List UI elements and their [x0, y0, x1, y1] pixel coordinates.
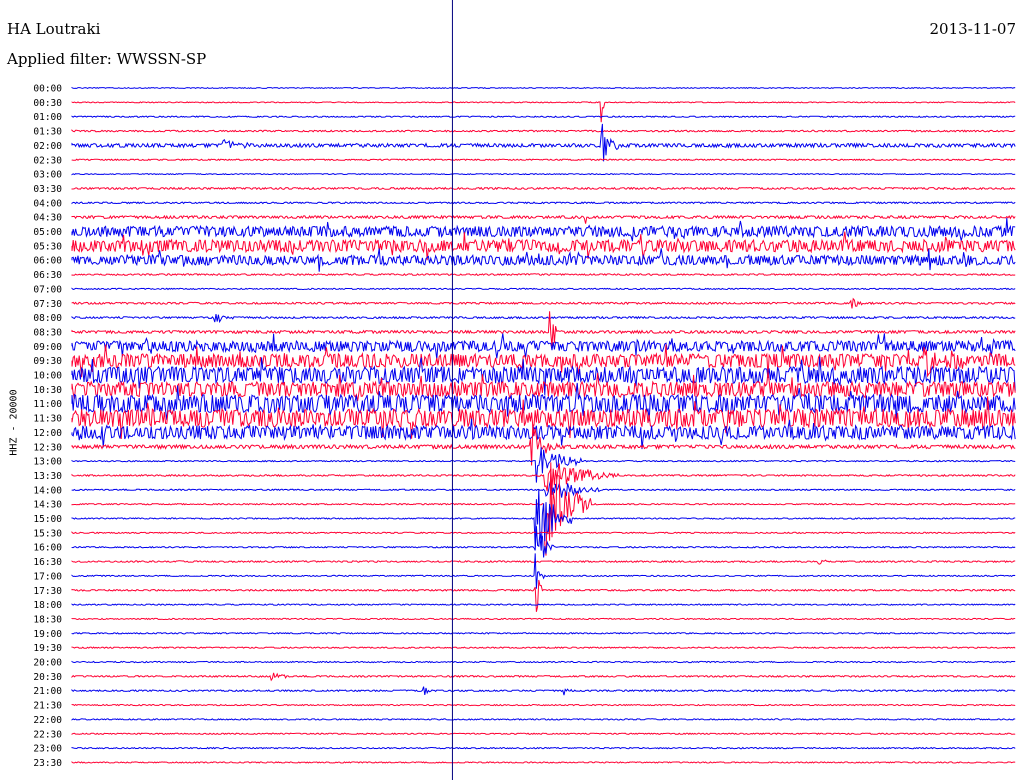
trace-0430 — [71, 214, 1016, 224]
time-label-0930: 09:30 — [33, 356, 62, 367]
time-label-1730: 17:30 — [33, 586, 62, 597]
time-label-2030: 20:30 — [33, 672, 62, 683]
trace-2230 — [71, 732, 1016, 735]
time-label-1630: 16:30 — [33, 557, 62, 568]
trace-2300 — [71, 746, 1016, 750]
time-label-1130: 11:30 — [33, 414, 62, 425]
time-label-2100: 21:00 — [33, 686, 62, 697]
time-label-0130: 01:30 — [33, 127, 62, 138]
time-label-0200: 02:00 — [33, 141, 62, 152]
time-label-2300: 23:00 — [33, 744, 62, 755]
trace-0700 — [71, 287, 1016, 291]
time-label-2130: 21:30 — [33, 701, 62, 712]
time-label-1300: 13:00 — [33, 457, 62, 468]
trace-0600 — [71, 248, 1016, 272]
time-label-1000: 10:00 — [33, 371, 62, 382]
time-label-1330: 13:30 — [33, 471, 62, 482]
time-label-1530: 15:30 — [33, 528, 62, 539]
trace-0800 — [71, 314, 1016, 324]
time-label-2330: 23:30 — [33, 758, 62, 769]
trace-1400 — [71, 479, 1016, 498]
time-label-0030: 00:30 — [33, 98, 62, 109]
trace-0200 — [71, 123, 1016, 162]
trace-1900 — [71, 632, 1016, 635]
trace-0730 — [71, 297, 1016, 309]
trace-1600 — [71, 526, 1016, 558]
trace-0630 — [71, 273, 1016, 277]
trace-0830 — [71, 311, 1016, 347]
trace-0030 — [71, 101, 1016, 123]
trace-1530 — [71, 531, 1016, 535]
trace-2130 — [71, 703, 1016, 707]
time-label-0800: 08:00 — [33, 313, 62, 324]
trace-2000 — [71, 660, 1016, 664]
time-label-1430: 14:30 — [33, 500, 62, 511]
time-label-1400: 14:00 — [33, 485, 62, 496]
trace-2030 — [71, 672, 1016, 682]
time-label-0730: 07:30 — [33, 299, 62, 310]
trace-1700 — [71, 553, 1016, 589]
trace-0230 — [71, 158, 1016, 161]
trace-1800 — [71, 603, 1016, 606]
trace-2200 — [71, 718, 1016, 721]
trace-1930 — [71, 646, 1016, 649]
time-label-0230: 02:30 — [33, 155, 62, 166]
trace-0000 — [71, 86, 1016, 90]
time-label-2000: 20:00 — [33, 658, 62, 669]
trace-1730 — [71, 579, 1016, 612]
time-label-0600: 06:00 — [33, 256, 62, 267]
time-label-2230: 22:30 — [33, 729, 62, 740]
trace-1200 — [71, 418, 1016, 450]
time-label-1100: 11:00 — [33, 399, 62, 410]
seismogram-plot: 00:00 00:30 01:00 01:30 02:00 02:30 03:00 03:30… — [33, 0, 1016, 780]
time-label-0530: 05:30 — [33, 241, 62, 252]
time-label-1600: 16:00 — [33, 543, 62, 554]
time-label-1830: 18:30 — [33, 614, 62, 625]
time-label-2200: 22:00 — [33, 715, 62, 726]
time-label-1030: 10:30 — [33, 385, 62, 396]
time-label-0330: 03:30 — [33, 184, 62, 195]
trace-1630 — [71, 559, 1016, 565]
time-label-0830: 08:30 — [33, 327, 62, 338]
trace-0400 — [71, 201, 1016, 205]
time-label-1500: 15:00 — [33, 514, 62, 525]
time-label-1230: 12:30 — [33, 442, 62, 453]
trace-1330 — [71, 463, 1016, 492]
time-label-1930: 19:30 — [33, 643, 62, 654]
trace-0530 — [71, 231, 1016, 261]
trace-0100 — [71, 115, 1016, 118]
time-label-0900: 09:00 — [33, 342, 62, 353]
time-label-0700: 07:00 — [33, 284, 62, 295]
trace-1830 — [71, 617, 1016, 621]
time-label-0300: 03:00 — [33, 170, 62, 181]
trace-0330 — [71, 186, 1016, 191]
time-label-1800: 18:00 — [33, 600, 62, 611]
trace-0130 — [71, 129, 1016, 133]
time-label-0500: 05:00 — [33, 227, 62, 238]
trace-0300 — [71, 173, 1016, 176]
time-label-0000: 00:00 — [33, 84, 62, 95]
trace-2330 — [71, 761, 1016, 764]
time-label-1900: 19:00 — [33, 629, 62, 640]
time-label-1700: 17:00 — [33, 571, 62, 582]
time-label-0430: 04:30 — [33, 213, 62, 224]
trace-0500 — [71, 217, 1016, 242]
time-label-1200: 12:00 — [33, 428, 62, 439]
time-label-0100: 01:00 — [33, 112, 62, 123]
trace-2100 — [71, 686, 1016, 696]
time-label-0400: 04:00 — [33, 198, 62, 209]
time-label-0630: 06:30 — [33, 270, 62, 281]
